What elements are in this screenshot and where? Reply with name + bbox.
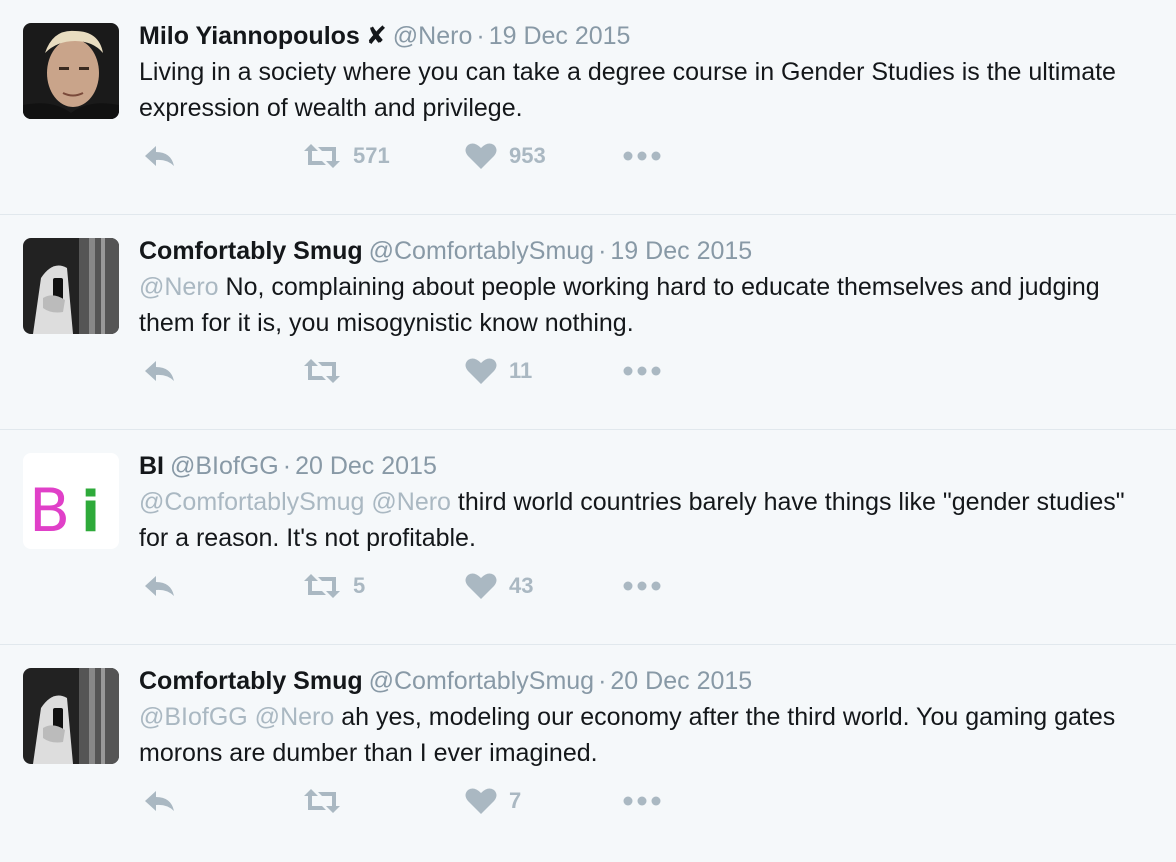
more-icon: [623, 151, 661, 161]
tweet-header: Milo Yiannopoulos ✘ @Nero · 19 Dec 2015: [139, 18, 1156, 54]
like-count: 43: [509, 573, 534, 598]
retweet-button[interactable]: [303, 781, 353, 821]
author-handle[interactable]: @Nero: [393, 22, 473, 50]
tweet-body: @ComfortablySmug @Nero third world count…: [139, 484, 1156, 556]
retweet-button[interactable]: [303, 351, 353, 391]
bw-mirror-avatar-photo: [23, 238, 119, 334]
like-button[interactable]: 953: [465, 136, 546, 176]
tweet-text: No, complaining about people working har…: [139, 273, 1100, 337]
reply-mentions[interactable]: @BIofGG @Nero: [139, 703, 334, 731]
tweet-actions: 5 43: [139, 566, 699, 606]
bi-logo-i: i: [81, 480, 100, 545]
retweet-count: 5: [353, 573, 366, 598]
heart-icon: [465, 143, 497, 169]
author-handle[interactable]: @ComfortablySmug: [369, 237, 594, 265]
tweet-actions: 571 953: [139, 136, 699, 176]
reply-button[interactable]: [143, 351, 177, 391]
tweet-date[interactable]: 19 Dec 2015: [489, 22, 631, 50]
more-button[interactable]: [622, 781, 662, 821]
bw-mirror-avatar-photo: [23, 668, 119, 764]
separator-dot: ·: [598, 667, 607, 695]
tweet[interactable]: Milo Yiannopoulos ✘ @Nero · 19 Dec 2015 Livi…: [0, 0, 1176, 215]
author-handle[interactable]: @ComfortablySmug: [369, 667, 594, 695]
author-name[interactable]: Comfortably Smug: [139, 667, 363, 695]
tweet-date[interactable]: 20 Dec 2015: [295, 452, 437, 480]
heart-icon: [465, 573, 497, 599]
more-icon: [623, 366, 661, 376]
retweet-count: 571: [353, 143, 390, 168]
tweet-timeline: Milo Yiannopoulos ✘ @Nero · 19 Dec 2015 Livi…: [0, 0, 1176, 862]
reply-icon: [145, 576, 174, 596]
separator-dot: ·: [476, 22, 485, 50]
reply-button[interactable]: [143, 566, 177, 606]
tweet-body: @Nero No, complaining about people worki…: [139, 269, 1156, 341]
tweet[interactable]: B i BI @BIofGG · 20 Dec 2015 @ComfortablySm…: [0, 430, 1176, 645]
avatar[interactable]: [23, 23, 119, 119]
tweet-header: BI @BIofGG · 20 Dec 2015: [139, 448, 1156, 484]
more-button[interactable]: [622, 566, 662, 606]
reply-button[interactable]: [143, 136, 177, 176]
like-count: 7: [509, 788, 522, 813]
avatar[interactable]: [23, 238, 119, 334]
retweet-button[interactable]: 5: [303, 566, 365, 606]
milo-avatar-photo: [23, 23, 119, 119]
reply-icon: [145, 791, 174, 811]
author-name[interactable]: Milo Yiannopoulos: [139, 22, 360, 50]
author-name[interactable]: BI: [139, 452, 164, 480]
heart-icon: [465, 358, 497, 384]
like-count: 11: [509, 358, 533, 383]
tweet-date[interactable]: 20 Dec 2015: [610, 667, 752, 695]
more-button[interactable]: [622, 136, 662, 176]
more-icon: [623, 581, 661, 591]
retweet-button[interactable]: 571: [303, 136, 390, 176]
tweet[interactable]: Comfortably Smug @ComfortablySmug · 20 Dec …: [0, 645, 1176, 862]
like-count: 953: [509, 143, 546, 168]
separator-dot: ·: [282, 452, 292, 480]
retweet-icon: [304, 574, 340, 598]
tweet-date[interactable]: 19 Dec 2015: [610, 237, 752, 265]
more-icon: [623, 796, 661, 806]
bi-logo-b: B: [29, 476, 70, 546]
like-button[interactable]: 11: [465, 351, 532, 391]
reply-mentions[interactable]: @ComfortablySmug @Nero: [139, 488, 451, 516]
retweet-icon: [304, 359, 340, 383]
reply-button[interactable]: [143, 781, 177, 821]
tweet-text: Living in a society where you can take a…: [139, 58, 1116, 122]
author-name[interactable]: Comfortably Smug: [139, 237, 363, 265]
reply-mentions[interactable]: @Nero: [139, 273, 219, 301]
like-button[interactable]: 43: [465, 566, 533, 606]
avatar[interactable]: B i: [23, 453, 119, 549]
tweet-body: @BIofGG @Nero ah yes, modeling our econo…: [139, 699, 1156, 771]
tweet-actions: 7: [139, 781, 699, 821]
verified-icon: ✘: [365, 22, 387, 50]
author-handle[interactable]: @BIofGG: [170, 452, 279, 480]
retweet-icon: [304, 144, 340, 168]
tweet-header: Comfortably Smug @ComfortablySmug · 20 Dec …: [139, 663, 1156, 699]
tweet[interactable]: Comfortably Smug @ComfortablySmug · 19 Dec …: [0, 215, 1176, 430]
reply-icon: [145, 361, 174, 381]
tweet-actions: 11: [139, 351, 699, 391]
more-button[interactable]: [622, 351, 662, 391]
retweet-icon: [304, 789, 340, 813]
like-button[interactable]: 7: [465, 781, 521, 821]
avatar[interactable]: [23, 668, 119, 764]
tweet-header: Comfortably Smug @ComfortablySmug · 19 Dec …: [139, 233, 1156, 269]
heart-icon: [465, 788, 497, 814]
separator-dot: ·: [598, 237, 607, 265]
reply-icon: [145, 146, 174, 166]
bi-logo-avatar: B i: [23, 453, 119, 549]
